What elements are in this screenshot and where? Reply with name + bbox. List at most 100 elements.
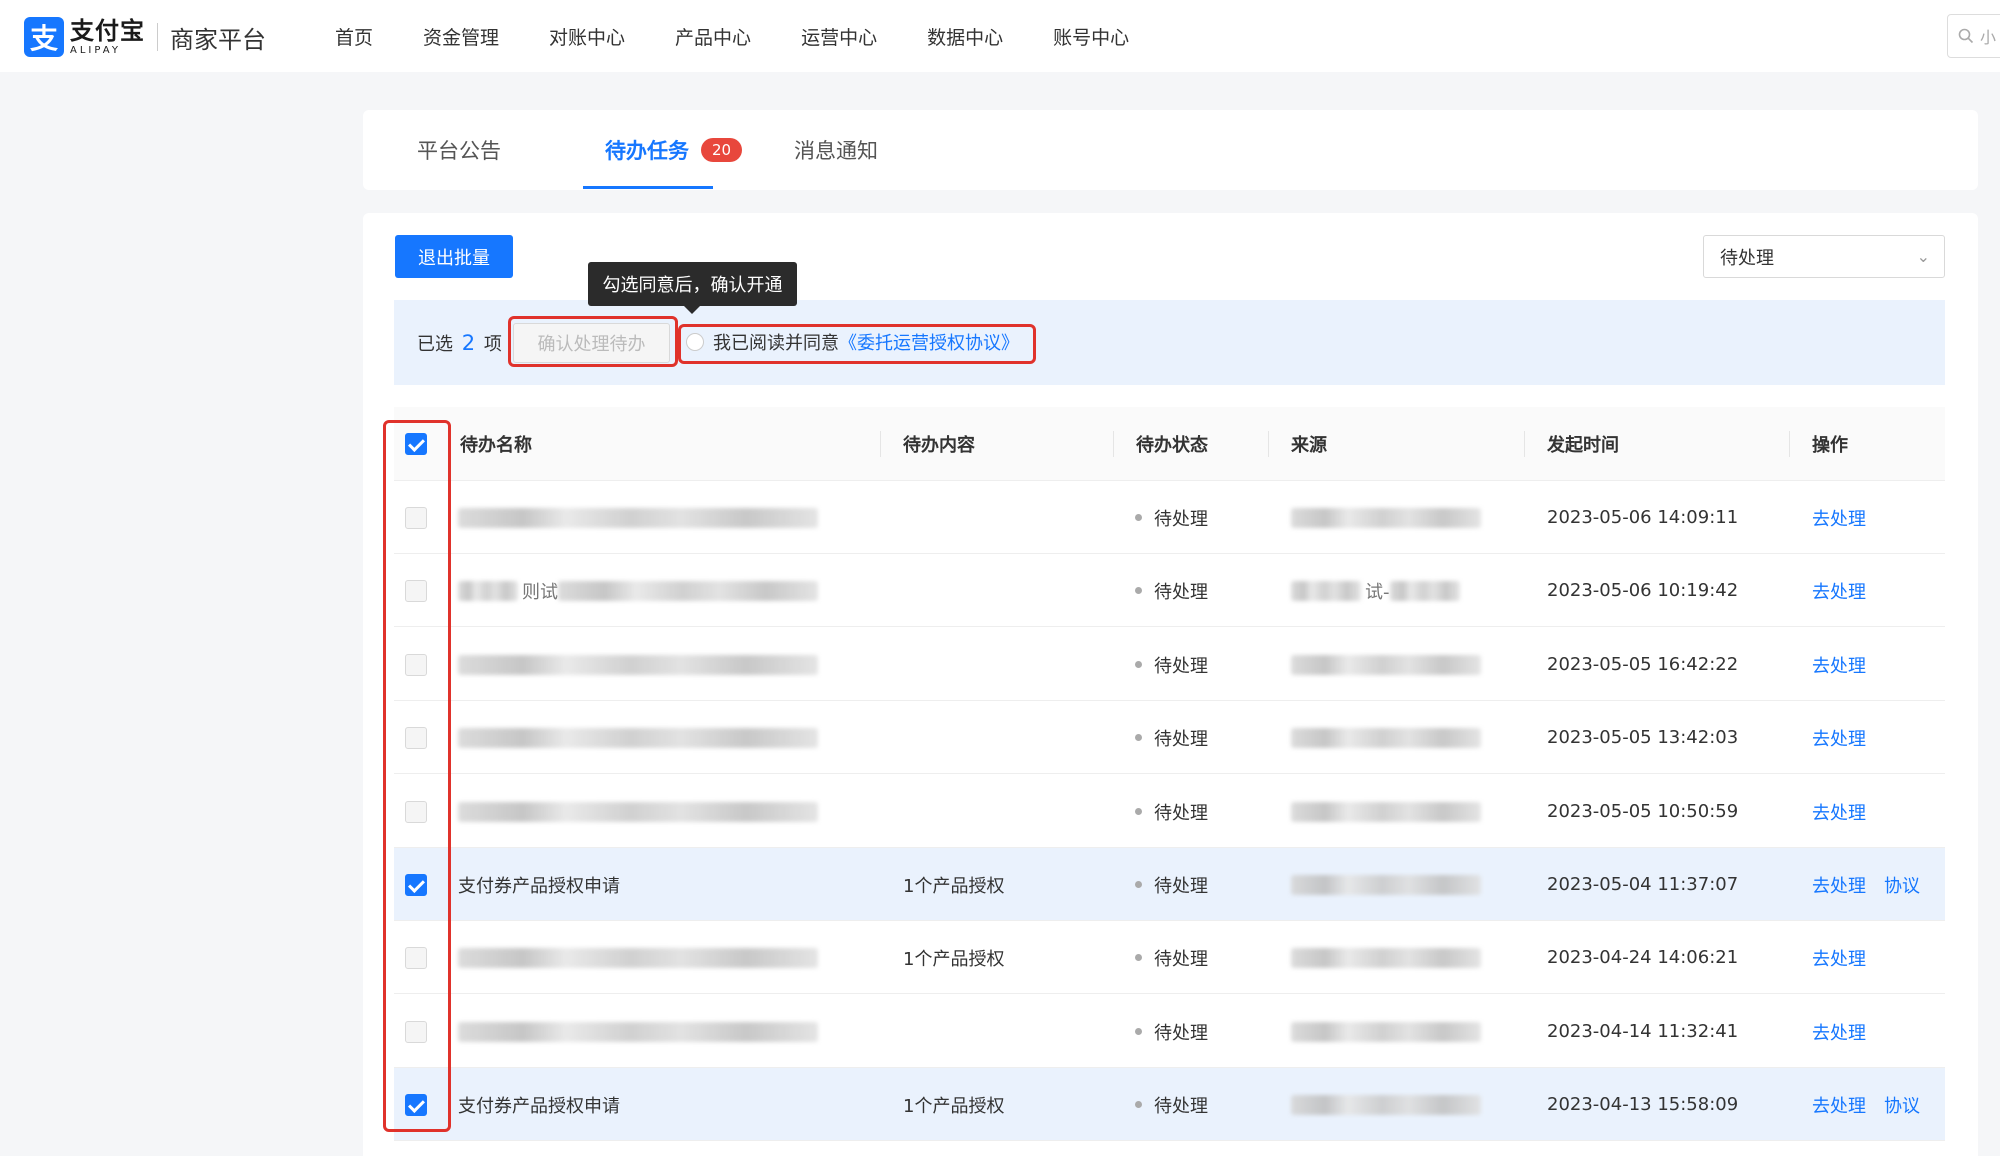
todo-source: [1291, 921, 1481, 994]
status-dot-icon: [1135, 734, 1142, 741]
redacted-text: [1291, 801, 1481, 822]
todo-status: 待处理: [1135, 995, 1208, 1068]
todo-time: 2023-04-14 11:32:41: [1547, 1021, 1739, 1042]
exit-batch-button[interactable]: 退出批量: [395, 235, 513, 278]
todo-content: 1个产品授权: [903, 1095, 1005, 1117]
nav-item-data[interactable]: 数据中心: [927, 23, 1003, 50]
active-tab-indicator: [583, 186, 713, 189]
todo-status: 待处理: [1135, 848, 1208, 921]
status-label: 待处理: [1154, 875, 1208, 897]
todo-source: [1291, 995, 1481, 1068]
todo-time: 2023-05-06 14:09:11: [1547, 507, 1739, 528]
agreement-action-link[interactable]: 协议: [1884, 1092, 1920, 1118]
todo-source: [1291, 481, 1481, 554]
status-label: 待处理: [1154, 655, 1208, 677]
todo-time: 2023-05-04 11:37:07: [1547, 874, 1739, 895]
todo-actions: 去处理: [1812, 628, 1884, 701]
tab-notifications[interactable]: 消息通知: [794, 110, 878, 190]
selected-count: 2: [461, 331, 476, 355]
todo-source: [1291, 1068, 1481, 1141]
redacted-text: [458, 947, 818, 968]
status-label: 待处理: [1154, 581, 1208, 603]
process-link[interactable]: 去处理: [1812, 725, 1866, 751]
redacted-text: [458, 580, 518, 601]
process-link[interactable]: 去处理: [1812, 1019, 1866, 1045]
todo-content: 1个产品授权: [903, 948, 1005, 970]
col-header-status: 待办状态: [1136, 435, 1208, 456]
redacted-text: [1291, 727, 1481, 748]
todo-time: 2023-05-05 13:42:03: [1547, 727, 1739, 748]
todo-actions: 去处理: [1812, 921, 1884, 994]
platform-name: 商家平台: [170, 25, 266, 54]
todo-name: [458, 995, 818, 1068]
todo-actions: 去处理 协议: [1812, 848, 1938, 921]
nav-item-account[interactable]: 账号中心: [1053, 23, 1129, 50]
process-link[interactable]: 去处理: [1812, 578, 1866, 604]
tab-todo[interactable]: 待办任务 20: [605, 110, 743, 190]
todo-time: 2023-05-06 10:19:42: [1547, 580, 1739, 601]
nav-item-products[interactable]: 产品中心: [675, 23, 751, 50]
brand-name-en: ALIPAY: [70, 44, 121, 56]
todo-status: 待处理: [1135, 701, 1208, 774]
agreement-action-link[interactable]: 协议: [1884, 872, 1920, 898]
chevron-down-icon: ⌄: [1916, 247, 1930, 266]
todo-source: [1291, 775, 1481, 848]
status-dot-icon: [1135, 881, 1142, 888]
search-input[interactable]: 小: [1947, 14, 2000, 58]
todo-status: 待处理: [1135, 554, 1208, 627]
status-label: 待处理: [1154, 1095, 1208, 1117]
todo-content: 1个产品授权: [903, 875, 1005, 897]
process-link[interactable]: 去处理: [1812, 1092, 1866, 1118]
col-header-actions: 操作: [1812, 435, 1848, 456]
todo-actions: 去处理: [1812, 701, 1884, 774]
process-link[interactable]: 去处理: [1812, 945, 1866, 971]
redacted-text: [458, 654, 818, 675]
todo-source: [1291, 848, 1481, 921]
process-link[interactable]: 去处理: [1812, 652, 1866, 678]
alipay-logo-icon: 支: [24, 17, 64, 57]
process-link[interactable]: 去处理: [1812, 505, 1866, 531]
process-link[interactable]: 去处理: [1812, 799, 1866, 825]
todo-time: 2023-05-05 10:50:59: [1547, 801, 1739, 822]
todo-actions: 去处理: [1812, 775, 1884, 848]
todo-actions: 去处理: [1812, 995, 1884, 1068]
redacted-text: [558, 580, 818, 601]
todo-name: [458, 701, 818, 774]
highlight-confirm-button: [508, 316, 678, 367]
highlight-checkbox-column: [383, 420, 451, 1132]
nav-item-funds[interactable]: 资金管理: [423, 23, 499, 50]
todo-status: 待处理: [1135, 628, 1208, 701]
redacted-text: [1291, 1021, 1481, 1042]
redacted-text: [1291, 507, 1481, 528]
search-icon: [1958, 28, 1974, 44]
nav-item-home[interactable]: 首页: [335, 23, 373, 50]
selected-count-label: 已选 2 项: [417, 331, 502, 355]
col-header-content: 待办内容: [903, 435, 975, 456]
status-dot-icon: [1135, 808, 1142, 815]
nav-item-reconciliation[interactable]: 对账中心: [549, 23, 625, 50]
col-header-source: 来源: [1291, 435, 1327, 456]
tab-announcements[interactable]: 平台公告: [417, 110, 501, 190]
todo-name: [458, 921, 818, 994]
process-link[interactable]: 去处理: [1812, 872, 1866, 898]
agreement-tooltip: 勾选同意后，确认开通: [588, 262, 797, 314]
col-header-name: 待办名称: [460, 435, 532, 456]
status-filter-value: 待处理: [1720, 247, 1774, 269]
todo-time: 2023-05-05 16:42:22: [1547, 654, 1739, 675]
redacted-text: [1291, 1094, 1481, 1115]
status-filter-select[interactable]: 待处理 ⌄: [1703, 235, 1945, 278]
search-placeholder: 小: [1980, 28, 1997, 47]
top-nav: 支 支付宝 ALIPAY 商家平台 首页 资金管理 对账中心 产品中心 运营中心…: [0, 0, 2000, 72]
highlight-agreement: [678, 324, 1036, 364]
status-label: 待处理: [1154, 728, 1208, 750]
alipay-logo[interactable]: 支 支付宝 ALIPAY 商家平台: [24, 17, 266, 57]
todo-status: 待处理: [1135, 1068, 1208, 1141]
todo-actions: 去处理: [1812, 554, 1884, 627]
todo-status: 待处理: [1135, 775, 1208, 848]
status-dot-icon: [1135, 1101, 1142, 1108]
redacted-text: [1389, 580, 1460, 601]
status-label: 待处理: [1154, 508, 1208, 530]
redacted-text: [1291, 580, 1361, 601]
nav-item-operations[interactable]: 运营中心: [801, 23, 877, 50]
status-dot-icon: [1135, 587, 1142, 594]
